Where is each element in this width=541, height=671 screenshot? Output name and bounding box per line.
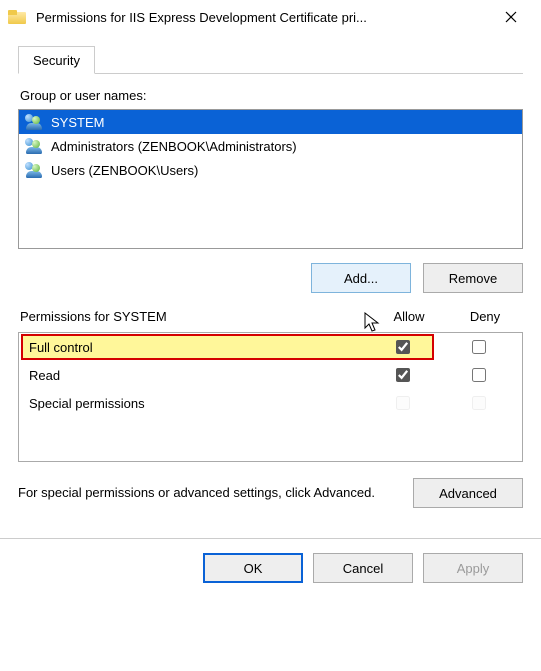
- remove-button[interactable]: Remove: [423, 263, 523, 293]
- column-allow: Allow: [371, 309, 447, 324]
- button-label: Cancel: [343, 561, 383, 576]
- button-label: Add...: [344, 271, 378, 286]
- apply-button[interactable]: Apply: [423, 553, 523, 583]
- divider: [0, 538, 541, 539]
- allow-checkbox: [396, 396, 410, 410]
- column-deny: Deny: [447, 309, 523, 324]
- button-label: Advanced: [439, 486, 497, 501]
- dialog-buttons: OK Cancel Apply: [0, 553, 541, 599]
- permission-name: Special permissions: [25, 396, 364, 411]
- ok-button[interactable]: OK: [203, 553, 303, 583]
- advanced-button[interactable]: Advanced: [413, 478, 523, 508]
- button-label: Remove: [449, 271, 497, 286]
- close-button[interactable]: [489, 2, 533, 32]
- allow-checkbox[interactable]: [396, 368, 410, 382]
- user-name: SYSTEM: [51, 115, 104, 130]
- permissions-title: Permissions for SYSTEM: [18, 309, 371, 324]
- button-label: OK: [244, 561, 263, 576]
- deny-checkbox[interactable]: [472, 368, 486, 382]
- permissions-list: Full control Read Special permissions: [18, 332, 523, 462]
- user-row[interactable]: Users (ZENBOOK\Users): [19, 158, 522, 182]
- permission-name: Read: [25, 368, 364, 383]
- user-name: Administrators (ZENBOOK\Administrators): [51, 139, 297, 154]
- tab-row: Security: [18, 46, 523, 74]
- titlebar: Permissions for IIS Express Development …: [0, 0, 541, 34]
- deny-checkbox[interactable]: [472, 340, 486, 354]
- advanced-text: For special permissions or advanced sett…: [18, 484, 413, 502]
- window-title: Permissions for IIS Express Development …: [36, 10, 489, 25]
- button-label: Apply: [457, 561, 490, 576]
- permissions-header: Permissions for SYSTEM Allow Deny: [18, 309, 523, 324]
- users-icon: [25, 114, 45, 130]
- user-row[interactable]: SYSTEM: [19, 110, 522, 134]
- users-listbox[interactable]: SYSTEM Administrators (ZENBOOK\Administr…: [18, 109, 523, 249]
- close-icon: [505, 11, 517, 23]
- add-button[interactable]: Add...: [311, 263, 411, 293]
- allow-checkbox[interactable]: [396, 340, 410, 354]
- permission-name: Full control: [25, 340, 364, 355]
- cancel-button[interactable]: Cancel: [313, 553, 413, 583]
- deny-checkbox: [472, 396, 486, 410]
- permission-row: Read: [19, 361, 522, 389]
- user-name: Users (ZENBOOK\Users): [51, 163, 198, 178]
- tab-security[interactable]: Security: [18, 46, 95, 74]
- users-icon: [25, 162, 45, 178]
- users-icon: [25, 138, 45, 154]
- folder-icon: [8, 10, 26, 24]
- group-label: Group or user names:: [20, 88, 523, 103]
- permission-row: Full control: [19, 333, 522, 361]
- permission-row: Special permissions: [19, 389, 522, 417]
- user-row[interactable]: Administrators (ZENBOOK\Administrators): [19, 134, 522, 158]
